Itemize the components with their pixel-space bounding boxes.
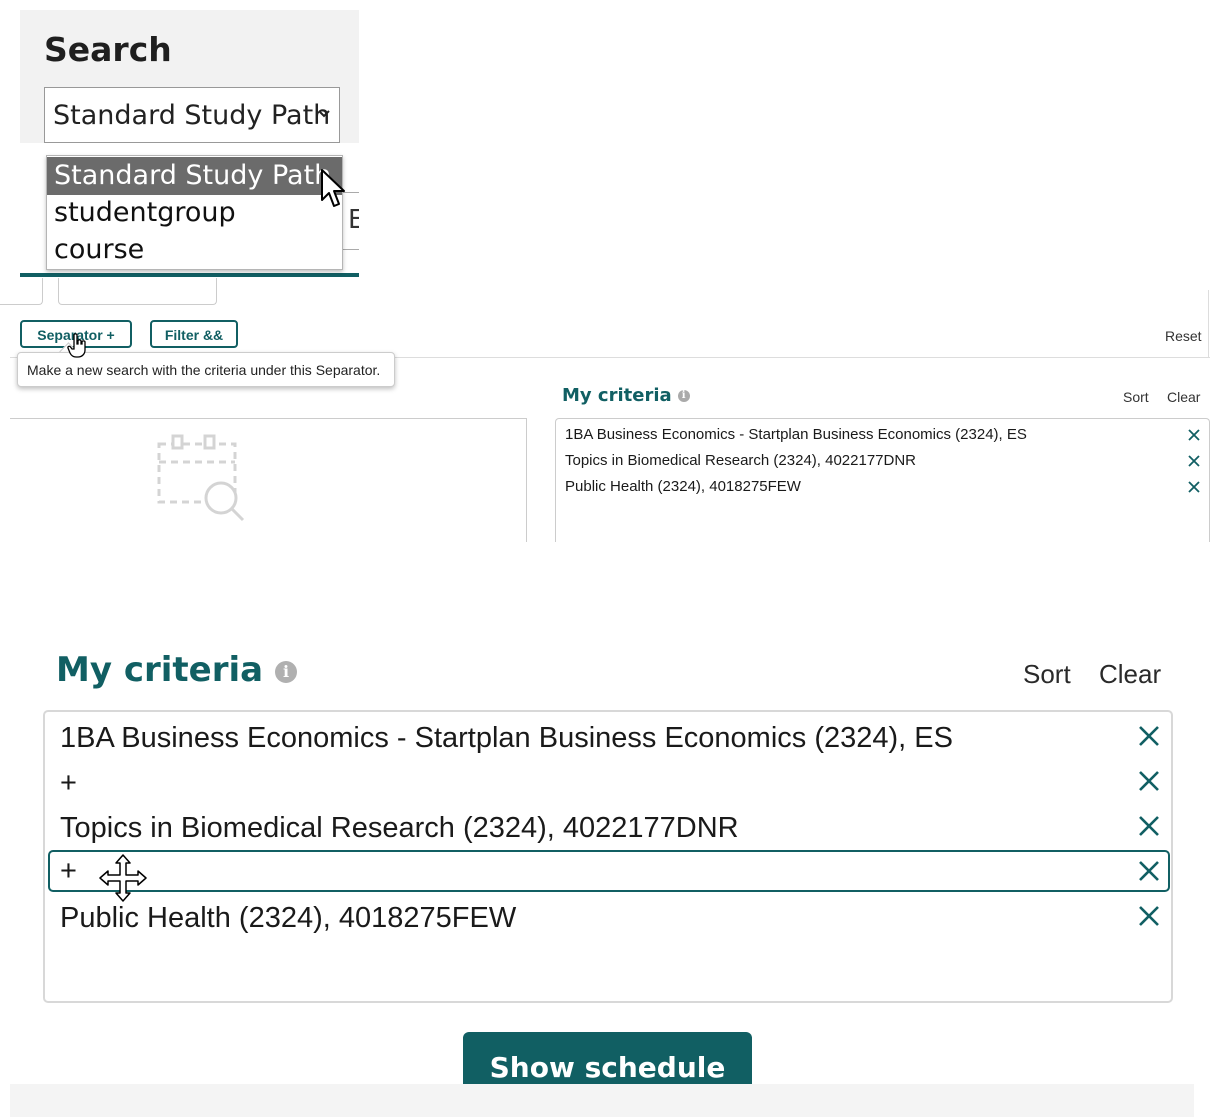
close-icon[interactable] — [1138, 725, 1160, 747]
close-icon[interactable] — [1188, 429, 1200, 441]
filter-button[interactable]: Filter && — [150, 320, 238, 348]
criteria-item[interactable]: Topics in Biomedical Research (2324), 40… — [60, 806, 739, 850]
close-icon[interactable] — [1138, 860, 1160, 882]
close-icon[interactable] — [1138, 905, 1160, 927]
criteria-list-large: 1BA Business Economics - Startplan Busin… — [43, 710, 1173, 1003]
search-panel: Search E Standard Study Path Standard St… — [20, 10, 359, 277]
close-icon[interactable] — [1138, 770, 1160, 792]
separator-item-dragging[interactable]: + — [48, 850, 1170, 892]
reset-link[interactable]: Reset — [1165, 328, 1202, 344]
accent-bar — [20, 273, 359, 277]
my-criteria-label: My criteria — [56, 650, 264, 690]
option-standard-study-path[interactable]: Standard Study Path — [47, 157, 342, 195]
clear-link[interactable]: Clear — [1099, 659, 1161, 690]
arrow-cursor-icon — [321, 169, 345, 207]
chevron-down-icon — [318, 110, 330, 118]
my-criteria-title-small: My criteria i — [562, 385, 690, 406]
option-course[interactable]: course — [47, 231, 342, 269]
my-criteria-label: My criteria — [562, 385, 672, 406]
sort-link[interactable]: Sort — [1023, 659, 1071, 690]
toolbar-cutoff-control — [58, 278, 217, 305]
toolbar-cutoff-control — [0, 278, 43, 305]
search-title: Search — [44, 30, 172, 69]
option-studentgroup[interactable]: studentgroup — [47, 194, 342, 232]
info-icon[interactable]: i — [677, 390, 690, 402]
toolbar-border — [1208, 290, 1209, 358]
criteria-item[interactable]: 1BA Business Economics - Startplan Busin… — [565, 422, 1027, 448]
search-type-select[interactable]: Standard Study Path — [44, 87, 340, 143]
search-type-select-value: Standard Study Path — [53, 100, 331, 131]
criteria-list-small: 1BA Business Economics - Startplan Busin… — [555, 418, 1210, 542]
move-cursor-icon — [99, 854, 147, 902]
search-text-field-value: E — [348, 205, 359, 235]
info-icon[interactable]: i — [275, 660, 298, 683]
search-type-dropdown-menu: Standard Study Path studentgroup course — [46, 155, 343, 270]
calendar-search-icon — [157, 434, 245, 522]
show-schedule-button[interactable]: Show schedule — [463, 1032, 752, 1088]
close-icon[interactable] — [1138, 815, 1160, 837]
my-criteria-title-large: My criteria i — [56, 650, 298, 690]
sort-link[interactable]: Sort — [1123, 389, 1149, 405]
close-icon[interactable] — [1188, 455, 1200, 467]
footer-bar — [10, 1084, 1194, 1117]
separator-item[interactable]: + — [60, 761, 77, 805]
criteria-item[interactable]: Public Health (2324), 4018275FEW — [565, 474, 801, 500]
hand-pointer-icon — [67, 333, 86, 358]
clear-link[interactable]: Clear — [1167, 389, 1200, 405]
search-results-panel — [10, 418, 527, 542]
criteria-item[interactable]: 1BA Business Economics - Startplan Busin… — [60, 716, 953, 760]
close-icon[interactable] — [1188, 481, 1200, 493]
criteria-item[interactable]: Topics in Biomedical Research (2324), 40… — [565, 448, 916, 474]
